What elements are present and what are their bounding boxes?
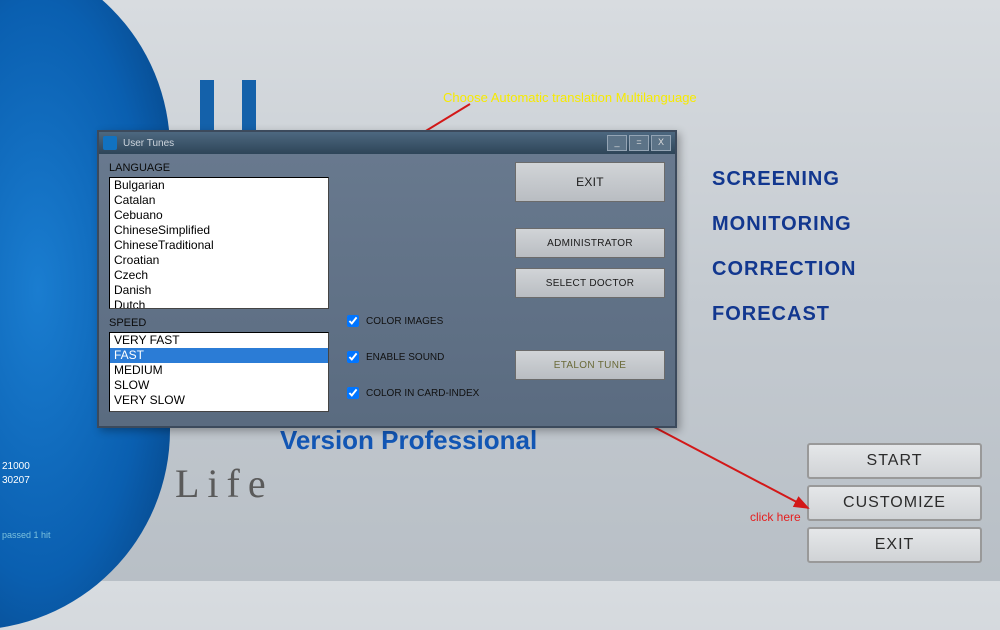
language-option[interactable]: Czech: [110, 268, 328, 283]
checkbox-color-card-index[interactable]: [347, 387, 359, 399]
options-checks: COLOR IMAGES ENABLE SOUND COLOR IN CARD-…: [343, 162, 491, 412]
select-doctor-button[interactable]: SELECT DOCTOR: [515, 268, 665, 298]
check-color-card-index[interactable]: COLOR IN CARD-INDEX: [343, 384, 491, 402]
etalon-tune-button[interactable]: ETALON TUNE: [515, 350, 665, 380]
maximize-button[interactable]: =: [629, 135, 649, 151]
menu-monitoring[interactable]: MONITORING: [712, 213, 856, 236]
version-text: Version Professional: [280, 425, 537, 456]
exit-button[interactable]: EXIT: [807, 527, 982, 563]
checkbox-color-images[interactable]: [347, 315, 359, 327]
user-tunes-dialog: User Tunes _ = X LANGUAGE BulgarianCatal…: [97, 130, 677, 428]
check-enable-sound[interactable]: ENABLE SOUND: [343, 348, 491, 366]
annotation-bottom-text: click here: [750, 510, 801, 524]
dialog-title-icon: [103, 136, 117, 150]
menu-forecast[interactable]: FORECAST: [712, 303, 856, 326]
dialog-title: User Tunes: [123, 138, 605, 149]
language-option[interactable]: Danish: [110, 283, 328, 298]
close-button[interactable]: X: [651, 135, 671, 151]
speed-label: SPEED: [109, 317, 329, 329]
speed-option[interactable]: FAST: [110, 348, 328, 363]
language-option[interactable]: ChineseSimplified: [110, 223, 328, 238]
language-option[interactable]: Cebuano: [110, 208, 328, 223]
side-status-text: 21000 30207: [2, 460, 30, 488]
speed-listbox[interactable]: VERY FASTFASTMEDIUMSLOWVERY SLOW: [109, 332, 329, 412]
brand-life-text: Life: [175, 460, 274, 507]
speed-option[interactable]: MEDIUM: [110, 363, 328, 378]
language-option[interactable]: Dutch: [110, 298, 328, 309]
dialog-titlebar[interactable]: User Tunes _ = X: [99, 132, 675, 154]
start-button[interactable]: START: [807, 443, 982, 479]
speed-option[interactable]: VERY FAST: [110, 333, 328, 348]
check-color-images-label: COLOR IMAGES: [366, 316, 443, 327]
minimize-button[interactable]: _: [607, 135, 627, 151]
side-status-passed: passed 1 hit: [2, 530, 51, 540]
checkbox-enable-sound[interactable]: [347, 351, 359, 363]
language-option[interactable]: ChineseTraditional: [110, 238, 328, 253]
language-label: LANGUAGE: [109, 162, 329, 174]
language-option[interactable]: Croatian: [110, 253, 328, 268]
annotation-top-text: Choose Automatic translation Multilangua…: [443, 90, 697, 105]
language-option[interactable]: Catalan: [110, 193, 328, 208]
customize-button[interactable]: CUSTOMIZE: [807, 485, 982, 521]
speed-option[interactable]: VERY SLOW: [110, 393, 328, 408]
language-listbox[interactable]: BulgarianCatalanCebuanoChineseSimplified…: [109, 177, 329, 309]
check-color-images[interactable]: COLOR IMAGES: [343, 312, 491, 330]
bottom-button-group: START CUSTOMIZE EXIT: [807, 443, 982, 563]
check-enable-sound-label: ENABLE SOUND: [366, 352, 444, 363]
dialog-exit-button[interactable]: EXIT: [515, 162, 665, 202]
administrator-button[interactable]: ADMINISTRATOR: [515, 228, 665, 258]
menu-screening[interactable]: SCREENING: [712, 168, 856, 191]
main-menu: SCREENING MONITORING CORRECTION FORECAST: [712, 168, 856, 326]
menu-correction[interactable]: CORRECTION: [712, 258, 856, 281]
language-option[interactable]: Bulgarian: [110, 178, 328, 193]
speed-option[interactable]: SLOW: [110, 378, 328, 393]
check-color-card-index-label: COLOR IN CARD-INDEX: [366, 388, 479, 399]
